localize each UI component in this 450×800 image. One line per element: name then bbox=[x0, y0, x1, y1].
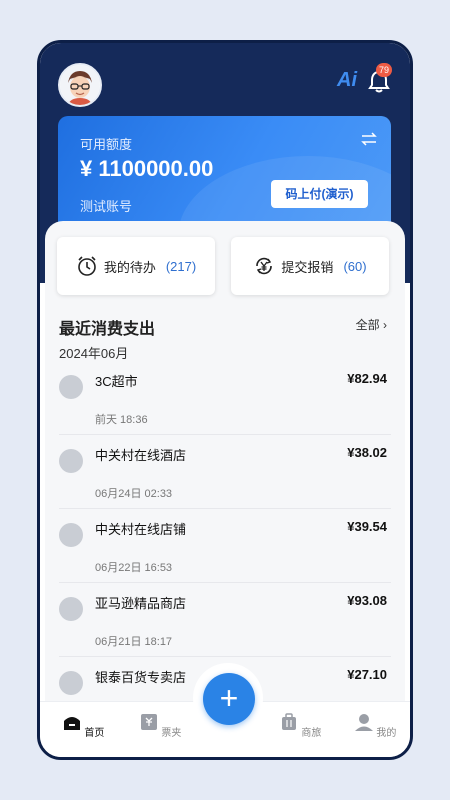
transaction-amount: ¥27.10 bbox=[347, 667, 387, 682]
reimbursement-count: (60) bbox=[343, 258, 367, 274]
shop-icon bbox=[59, 671, 83, 695]
account-name: 测试账号 bbox=[80, 199, 133, 214]
ticket-folder-icon bbox=[140, 714, 157, 730]
reimbursement-label: 提交报销 bbox=[281, 259, 334, 275]
tab-home-label: 首页 bbox=[84, 728, 105, 739]
balance-amount: ¥ 1100000.00 bbox=[80, 156, 214, 181]
balance-card: 可用额度 ¥ 1100000.00 测试账号 码上付(演示) bbox=[58, 116, 391, 236]
shop-icon bbox=[59, 449, 83, 473]
transaction-time: 前天 18:36 bbox=[95, 414, 148, 426]
todo-count: (217) bbox=[165, 258, 197, 274]
scan-pay-button[interactable]: 码上付(演示) bbox=[271, 180, 368, 208]
tab-me[interactable]: 我的 bbox=[350, 712, 400, 739]
shop-icon bbox=[59, 523, 83, 547]
transaction-time: 06月21日 18:17 bbox=[95, 636, 173, 648]
transaction-row[interactable]: 3C超市 ¥82.94 前天 18:36 bbox=[59, 361, 391, 435]
tab-travel[interactable]: 商旅 bbox=[275, 712, 325, 739]
balance-label: 可用额度 bbox=[80, 137, 133, 152]
alarm-clock-icon bbox=[78, 256, 96, 276]
swap-icon[interactable] bbox=[361, 132, 377, 146]
tab-home[interactable]: 首页 bbox=[58, 712, 108, 739]
submit-reimbursement-button[interactable]: 提交报销 (60) bbox=[231, 237, 389, 295]
tab-travel-label: 商旅 bbox=[301, 728, 322, 739]
merchant-name: 3C超市 bbox=[95, 374, 138, 389]
recent-spending-title: 最近消费支出 bbox=[59, 321, 156, 338]
phone-frame: Ai 79 可用额度 ¥ 1100000.00 测试账号 码上付(演示) 我的待… bbox=[37, 40, 413, 760]
avatar[interactable] bbox=[58, 63, 102, 107]
ai-assistant-button[interactable]: Ai bbox=[337, 69, 357, 92]
transaction-row[interactable]: 中关村在线店铺 ¥39.54 06月22日 16:53 bbox=[59, 509, 391, 583]
transaction-amount: ¥38.02 bbox=[347, 445, 387, 460]
todo-label: 我的待办 bbox=[103, 259, 156, 275]
yen-refresh-icon bbox=[256, 257, 273, 275]
transaction-amount: ¥93.08 bbox=[347, 593, 387, 608]
transaction-time: 06月24日 02:33 bbox=[95, 488, 173, 500]
suitcase-icon bbox=[281, 713, 296, 730]
transaction-row[interactable]: 亚马逊精品商店 ¥93.08 06月21日 18:17 bbox=[59, 583, 391, 657]
shop-icon bbox=[59, 597, 83, 621]
merchant-name: 亚马逊精品商店 bbox=[95, 596, 187, 611]
add-button[interactable]: + bbox=[203, 673, 255, 725]
user-icon bbox=[354, 714, 373, 731]
see-all-link[interactable]: 全部 › bbox=[356, 316, 387, 333]
merchant-name: 中关村在线店铺 bbox=[95, 522, 187, 537]
transaction-amount: ¥39.54 bbox=[347, 519, 387, 534]
merchant-name: 银泰百货专卖店 bbox=[95, 670, 187, 685]
notification-badge: 79 bbox=[376, 63, 393, 77]
transaction-amount: ¥82.94 bbox=[347, 371, 387, 386]
tab-tickets-label: 票夹 bbox=[161, 728, 182, 739]
month-header: 2024年06月 bbox=[59, 346, 129, 361]
tab-tickets[interactable]: 票夹 bbox=[135, 712, 185, 739]
merchant-name: 中关村在线酒店 bbox=[95, 448, 187, 463]
home-icon bbox=[63, 717, 80, 730]
transaction-row[interactable]: 中关村在线酒店 ¥38.02 06月24日 02:33 bbox=[59, 435, 391, 509]
shop-icon bbox=[59, 375, 83, 399]
transaction-time: 06月22日 16:53 bbox=[95, 562, 173, 574]
avatar-face-icon bbox=[60, 65, 100, 105]
tab-me-label: 我的 bbox=[376, 728, 397, 739]
my-todo-button[interactable]: 我的待办 (217) bbox=[57, 237, 215, 295]
